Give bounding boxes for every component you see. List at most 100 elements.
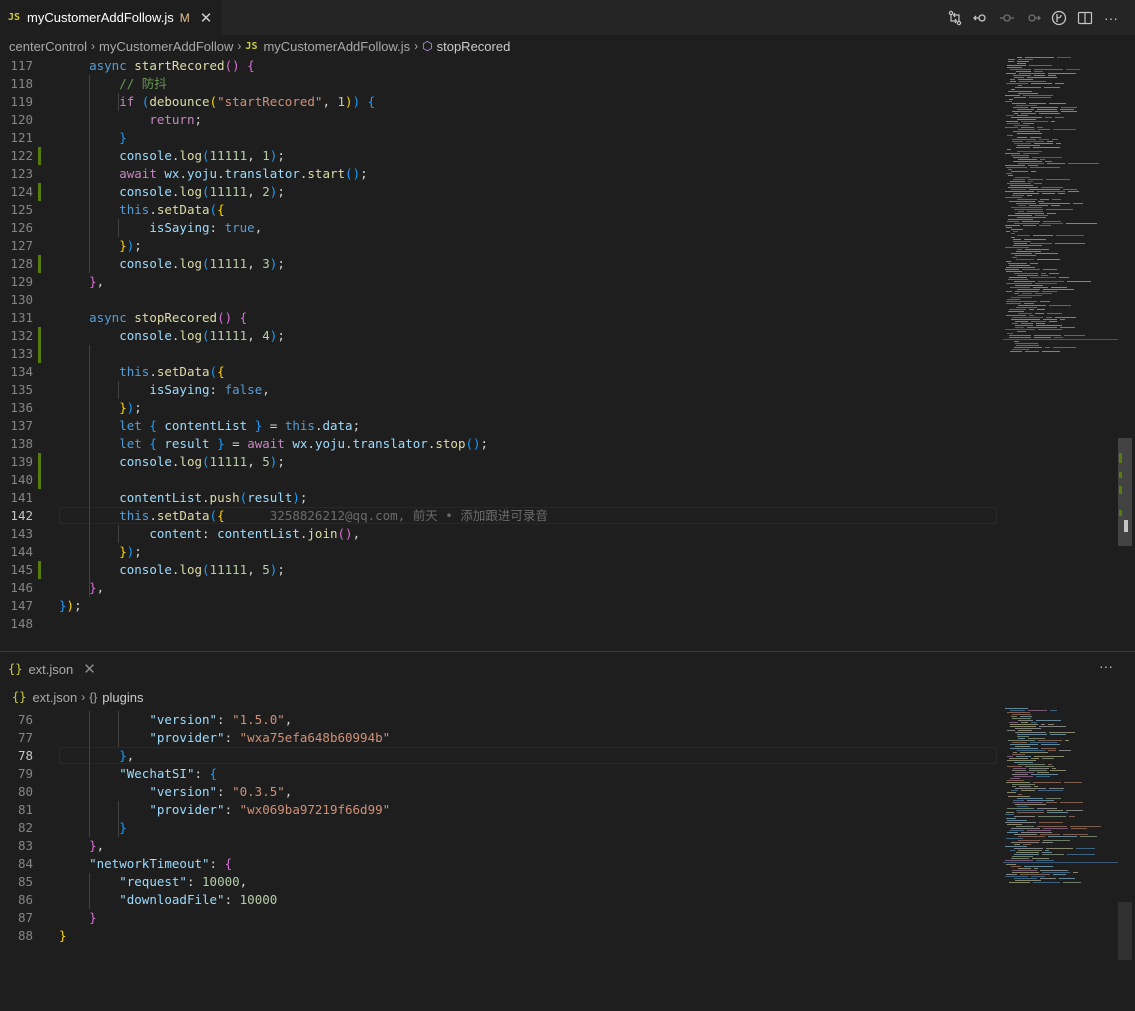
code-text: }); [59, 597, 82, 615]
tab-ext-json[interactable]: {} ext.json ✕ [0, 652, 112, 686]
code-line[interactable]: 85 "request": 10000, [0, 873, 1000, 891]
code-line[interactable]: 84 "networkTimeout": { [0, 855, 1000, 873]
minimap-line [1014, 776, 1033, 777]
close-icon[interactable]: ✕ [83, 660, 96, 678]
code-text: "downloadFile": 10000 [59, 891, 277, 909]
code-line[interactable]: 135 isSaying: false, [0, 381, 1000, 399]
close-icon[interactable]: ✕ [200, 9, 213, 27]
tab-mycustomeraddfollow-js[interactable]: JS myCustomerAddFollow.js M ✕ [0, 0, 222, 35]
code-line[interactable]: 119 if (debounce("startRecored", 1)) { [0, 93, 1000, 111]
minimap-line [1017, 812, 1044, 813]
minimap-line [1014, 854, 1039, 855]
code-line[interactable]: 132 console.log(11111, 4); [0, 327, 1000, 345]
code-token: { [247, 58, 255, 73]
minimap-line [1010, 287, 1030, 288]
minimap-line [1037, 826, 1067, 827]
code-line[interactable]: 136 }); [0, 399, 1000, 417]
breadcrumb-folder[interactable]: centerControl [9, 39, 87, 54]
minimap-bottom[interactable] [1003, 708, 1118, 888]
minimap-line [1005, 95, 1020, 96]
breadcrumb-file[interactable]: ext.json [32, 690, 77, 705]
git-compare-icon[interactable] [944, 7, 966, 29]
code-line[interactable]: 82 } [0, 819, 1000, 837]
code-line[interactable]: 80 "version": "0.3.5", [0, 783, 1000, 801]
minimap-line [1017, 151, 1042, 152]
code-line[interactable]: 124 console.log(11111, 2); [0, 183, 1000, 201]
more-actions-icon[interactable]: ··· [1099, 658, 1113, 674]
go-back-icon[interactable] [970, 7, 992, 29]
code-token: ) [352, 94, 361, 109]
code-token: 11111 [209, 256, 248, 271]
code-line[interactable]: 146 }, [0, 579, 1000, 597]
code-line[interactable]: 143 content: contentList.join(), [0, 525, 1000, 543]
code-line[interactable]: 133 [0, 345, 1000, 363]
code-line[interactable]: 137 let { contentList } = this.data; [0, 417, 1000, 435]
code-line[interactable]: 79 "WechatSI": { [0, 765, 1000, 783]
breadcrumb-folder[interactable]: myCustomerAddFollow [99, 39, 233, 54]
code-line[interactable]: 144 }); [0, 543, 1000, 561]
code-line[interactable]: 77 "provider": "wxa75efa648b60994b" [0, 729, 1000, 747]
minimap-line [1011, 858, 1029, 859]
code-token: ; [352, 418, 361, 433]
minimap-line [1020, 752, 1048, 753]
minimap-line [1016, 852, 1039, 853]
minimap-line [1036, 720, 1061, 721]
code-token: : [209, 382, 225, 397]
code-line[interactable]: 131 async stopRecored() { [0, 309, 1000, 327]
code-editor-bottom[interactable]: 76 "version": "1.5.0", 77 "provider": "wx… [0, 711, 1000, 1011]
indent-guide [89, 345, 90, 597]
minimap-top[interactable] [1003, 57, 1118, 357]
minimap-line [1013, 157, 1029, 158]
line-number: 76 [17, 712, 33, 727]
line-number: 82 [17, 820, 33, 835]
more-actions-icon[interactable]: ··· [1100, 7, 1122, 29]
code-line[interactable]: 78 }, [0, 747, 1000, 765]
minimap-line [1011, 842, 1039, 843]
code-line[interactable]: 88} [0, 927, 1000, 945]
go-forward-icon[interactable] [1022, 7, 1044, 29]
code-editor-top[interactable]: 117 async startRecored() {118 // 防抖 119 i… [0, 57, 1000, 651]
minimap-line [1047, 163, 1065, 164]
code-line[interactable]: 121 } [0, 129, 1000, 147]
code-line[interactable]: 139 console.log(11111, 5); [0, 453, 1000, 471]
code-line[interactable]: 145 console.log(11111, 5); [0, 561, 1000, 579]
dot-circle-icon[interactable] [996, 7, 1018, 29]
code-line[interactable]: 123 await wx.yoju.translator.start(); [0, 165, 1000, 183]
code-line[interactable]: 118 // 防抖 [0, 75, 1000, 93]
code-line[interactable]: 86 "downloadFile": 10000 [0, 891, 1000, 909]
toggle-blame-icon[interactable] [1048, 7, 1070, 29]
minimap-line [1037, 127, 1043, 128]
minimap-line [1047, 141, 1053, 142]
code-line[interactable]: 117 async startRecored() { [0, 57, 1000, 75]
code-line[interactable]: 141 contentList.push(result); [0, 489, 1000, 507]
code-line[interactable]: 147}); [0, 597, 1000, 615]
code-line[interactable]: 129 }, [0, 273, 1000, 291]
code-line[interactable]: 126 isSaying: true, [0, 219, 1000, 237]
split-editor-icon[interactable] [1074, 7, 1096, 29]
code-line[interactable]: 142 this.setData({ 3258826212@qq.com, 前天… [0, 507, 1000, 525]
code-token: ( [209, 94, 218, 109]
code-text: }, [59, 273, 104, 291]
minimap-line [1018, 85, 1022, 86]
breadcrumb-file[interactable]: myCustomerAddFollow.js [263, 39, 410, 54]
code-line[interactable]: 81 "provider": "wx069ba97219f66d99" [0, 801, 1000, 819]
code-line[interactable]: 140 [0, 471, 1000, 489]
code-line[interactable]: 76 "version": "1.5.0", [0, 711, 1000, 729]
code-line[interactable]: 148 [0, 615, 1000, 633]
code-line[interactable]: 125 this.setData({ [0, 201, 1000, 219]
code-line[interactable]: 127 }); [0, 237, 1000, 255]
minimap-line [1018, 868, 1031, 869]
breadcrumb-symbol[interactable]: plugins [102, 690, 143, 705]
minimap-line [1035, 283, 1057, 284]
vertical-scrollbar-bottom[interactable] [1118, 902, 1132, 960]
breadcrumb-symbol[interactable]: stopRecored [437, 39, 511, 54]
code-line[interactable]: 138 let { result } = await wx.yoju.trans… [0, 435, 1000, 453]
code-line[interactable]: 134 this.setData({ [0, 363, 1000, 381]
code-line[interactable]: 128 console.log(11111, 3); [0, 255, 1000, 273]
code-line[interactable]: 83 }, [0, 837, 1000, 855]
code-line[interactable]: 130 [0, 291, 1000, 309]
code-line[interactable]: 87 } [0, 909, 1000, 927]
code-line[interactable]: 122 console.log(11111, 1); [0, 147, 1000, 165]
code-line[interactable]: 120 return; [0, 111, 1000, 129]
code-text: console.log(11111, 5); [59, 453, 285, 471]
